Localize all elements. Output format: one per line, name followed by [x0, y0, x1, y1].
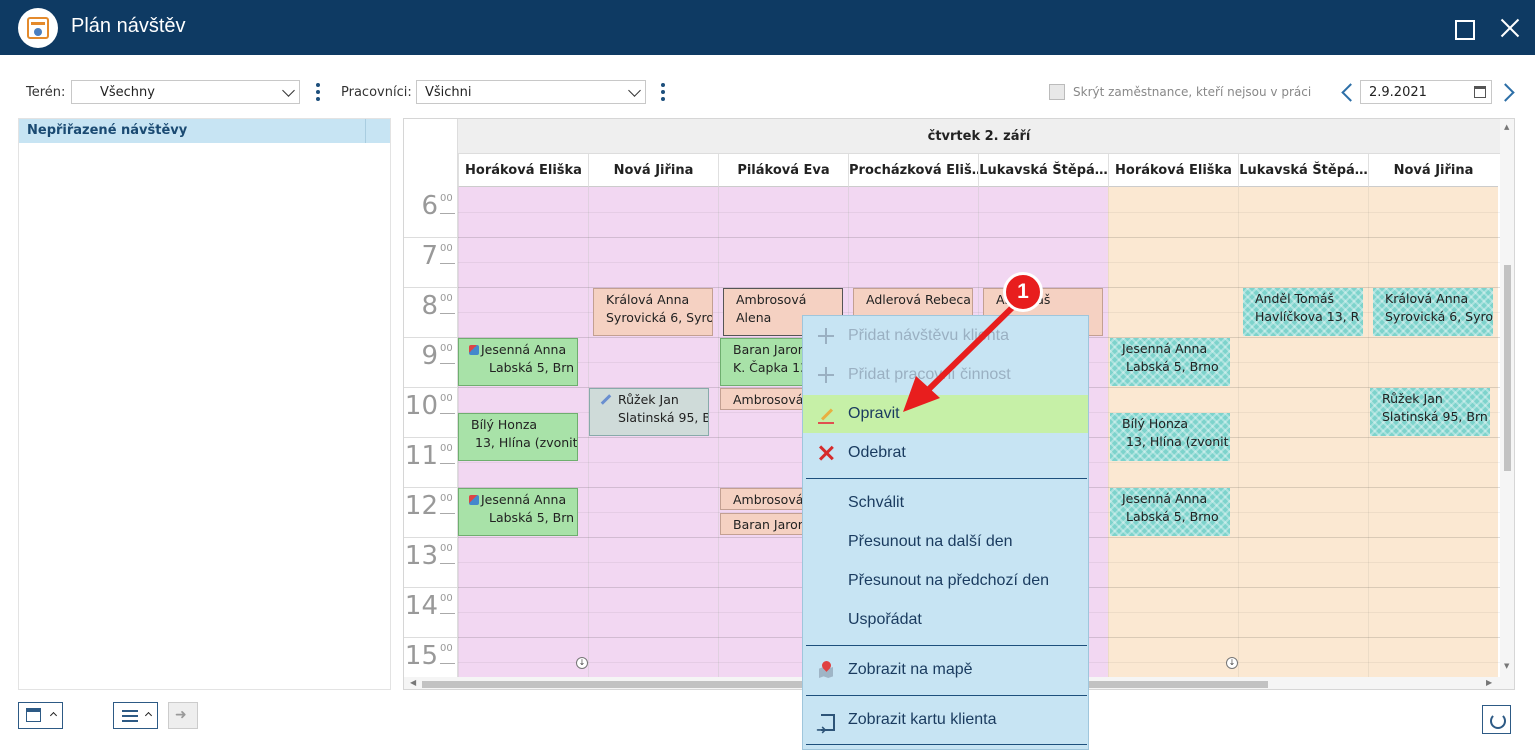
column-header[interactable]: Lukavská Štěpá… [1238, 154, 1368, 187]
pencil-icon [600, 394, 612, 405]
visit-event[interactable]: Bílý Honza 13, Hlína (zvonit [458, 413, 578, 461]
visit-event[interactable]: Králová Anna Syrovická 6, Syro [1373, 288, 1493, 336]
column-header[interactable]: Horáková Eliška [458, 154, 588, 187]
visit-event[interactable]: Jesenná Anna Labská 5, Brno [1110, 338, 1230, 386]
scroll-thumb[interactable] [1504, 265, 1511, 471]
vertical-scrollbar[interactable]: ▲ ▼ [1500, 119, 1514, 677]
date-value: 2.9.2021 [1369, 85, 1427, 100]
annotation-badge: 1 [1003, 272, 1043, 312]
scroll-up-icon[interactable]: ▲ [1504, 123, 1509, 131]
menu-separator [806, 478, 1087, 479]
visit-type-icon [469, 345, 479, 355]
menu-item-move-next-day[interactable]: Přesunout na další den [803, 523, 1088, 561]
teren-select[interactable]: Všechny [71, 80, 300, 104]
teren-value: Všechny [100, 85, 155, 100]
hide-absent-label: Skrýt zaměstnance, kteří nejsou v práci [1073, 85, 1312, 99]
export-icon: ➜ [175, 707, 187, 723]
pracovnici-label: Pracovníci: [341, 85, 412, 100]
menu-separator [806, 645, 1087, 646]
window-title: Plán návštěv [71, 15, 186, 37]
menu-item-show-map[interactable]: Zobrazit na mapě [803, 651, 1088, 689]
calendar-icon[interactable] [1474, 86, 1486, 98]
column-header[interactable]: Procházková Eliš… [848, 154, 978, 187]
map-icon [817, 661, 835, 679]
pencil-icon [817, 405, 835, 424]
client-card-icon [816, 711, 835, 749]
pracovnici-more-icon[interactable] [660, 83, 666, 103]
refresh-icon[interactable] [1482, 705, 1511, 734]
title-bar: Plán návštěv [0, 0, 1535, 55]
visit-event[interactable]: Králová Anna Syrovická 6, Syro [593, 288, 713, 336]
chevron-left-icon[interactable] [1340, 82, 1354, 102]
scroll-down-icon[interactable]: ▼ [1504, 662, 1509, 670]
pracovnici-value: Všichni [425, 85, 472, 100]
teren-more-icon[interactable] [315, 83, 321, 103]
menu-separator [806, 695, 1087, 696]
chevron-down-icon [628, 84, 641, 97]
teren-label: Terén: [26, 85, 66, 100]
print-button[interactable] [18, 702, 63, 729]
hide-absent-checkbox[interactable] [1049, 84, 1065, 100]
menu-item-edit[interactable]: Opravit [803, 395, 1088, 433]
visit-event[interactable]: Růžek Jan Slatinská 95, B [589, 388, 709, 436]
delete-icon [817, 444, 835, 462]
menu-item-client-card[interactable]: Zobrazit kartu klienta [803, 701, 1088, 749]
visit-type-icon [469, 495, 479, 505]
menu-item-arrange[interactable]: Uspořádat [803, 601, 1088, 639]
caret-up-icon [144, 711, 153, 720]
visit-event[interactable]: Jesenná Anna Labská 5, Brn [458, 488, 578, 536]
menu-item-remove[interactable]: Odebrat [803, 434, 1088, 472]
visit-event[interactable]: Bílý Honza 13, Hlína (zvonit [1110, 413, 1230, 461]
calendar-app-icon [18, 8, 58, 48]
scroll-right-icon[interactable]: ▶ [1486, 678, 1492, 687]
unassigned-visits-header: Nepřiřazené návštěvy [19, 119, 390, 143]
column-header[interactable]: Nová Jiřina [1368, 154, 1498, 187]
pracovnici-select[interactable]: Všichni [416, 80, 646, 104]
expand-down-icon[interactable]: ↓ [1226, 657, 1238, 669]
menu-item-add-visit[interactable]: Přidat návštěvu klienta [803, 317, 1088, 355]
menu-item-approve[interactable]: Schválit [803, 484, 1088, 522]
scroll-left-icon[interactable]: ◀ [410, 678, 416, 687]
chevron-down-icon [282, 84, 295, 97]
visit-event[interactable]: Jesenná Anna Labská 5, Brn [458, 338, 578, 386]
plus-icon [817, 327, 835, 345]
menu-item-move-prev-day[interactable]: Přesunout na předchozí den [803, 562, 1088, 600]
day-header: čtvrtek 2. září [458, 119, 1500, 154]
close-icon[interactable] [1495, 13, 1525, 43]
visit-event[interactable]: Jesenná Anna Labská 5, Brno [1110, 488, 1230, 536]
menu-item-add-activity[interactable]: Přidat pracovní činnost [803, 356, 1088, 394]
column-header[interactable]: Piláková Eva [718, 154, 848, 187]
context-menu: Přidat návštěvu klienta Přidat pracovní … [802, 315, 1089, 750]
plus-icon [817, 366, 835, 384]
column-header[interactable]: Nová Jiřina [588, 154, 718, 187]
date-field[interactable]: 2.9.2021 [1360, 80, 1492, 104]
caret-up-icon [49, 711, 58, 720]
maximize-icon[interactable] [1448, 13, 1478, 43]
menu-button[interactable] [113, 702, 158, 729]
export-button[interactable]: ➜ [168, 702, 198, 729]
menu-icon [122, 710, 138, 722]
unassigned-visits-panel: Nepřiřazené návštěvy [18, 118, 391, 690]
time-axis: 6 00 7 00 8 00 9 00 10 00 11 00 12 00 13 00 14 00… [404, 187, 458, 677]
column-header[interactable]: Lukavská Štěpá… [978, 154, 1108, 187]
printer-icon [26, 708, 41, 722]
visit-event[interactable]: Anděl Tomáš Havlíčkova 13, R [1243, 288, 1363, 336]
expand-down-icon[interactable]: ↓ [576, 657, 588, 669]
chevron-right-icon[interactable] [1500, 82, 1514, 102]
visit-event[interactable]: Růžek Jan Slatinská 95, Brn [1370, 388, 1490, 436]
menu-separator [806, 744, 1087, 745]
column-header[interactable]: Horáková Eliška [1108, 154, 1238, 187]
calendar-corner [404, 119, 458, 187]
